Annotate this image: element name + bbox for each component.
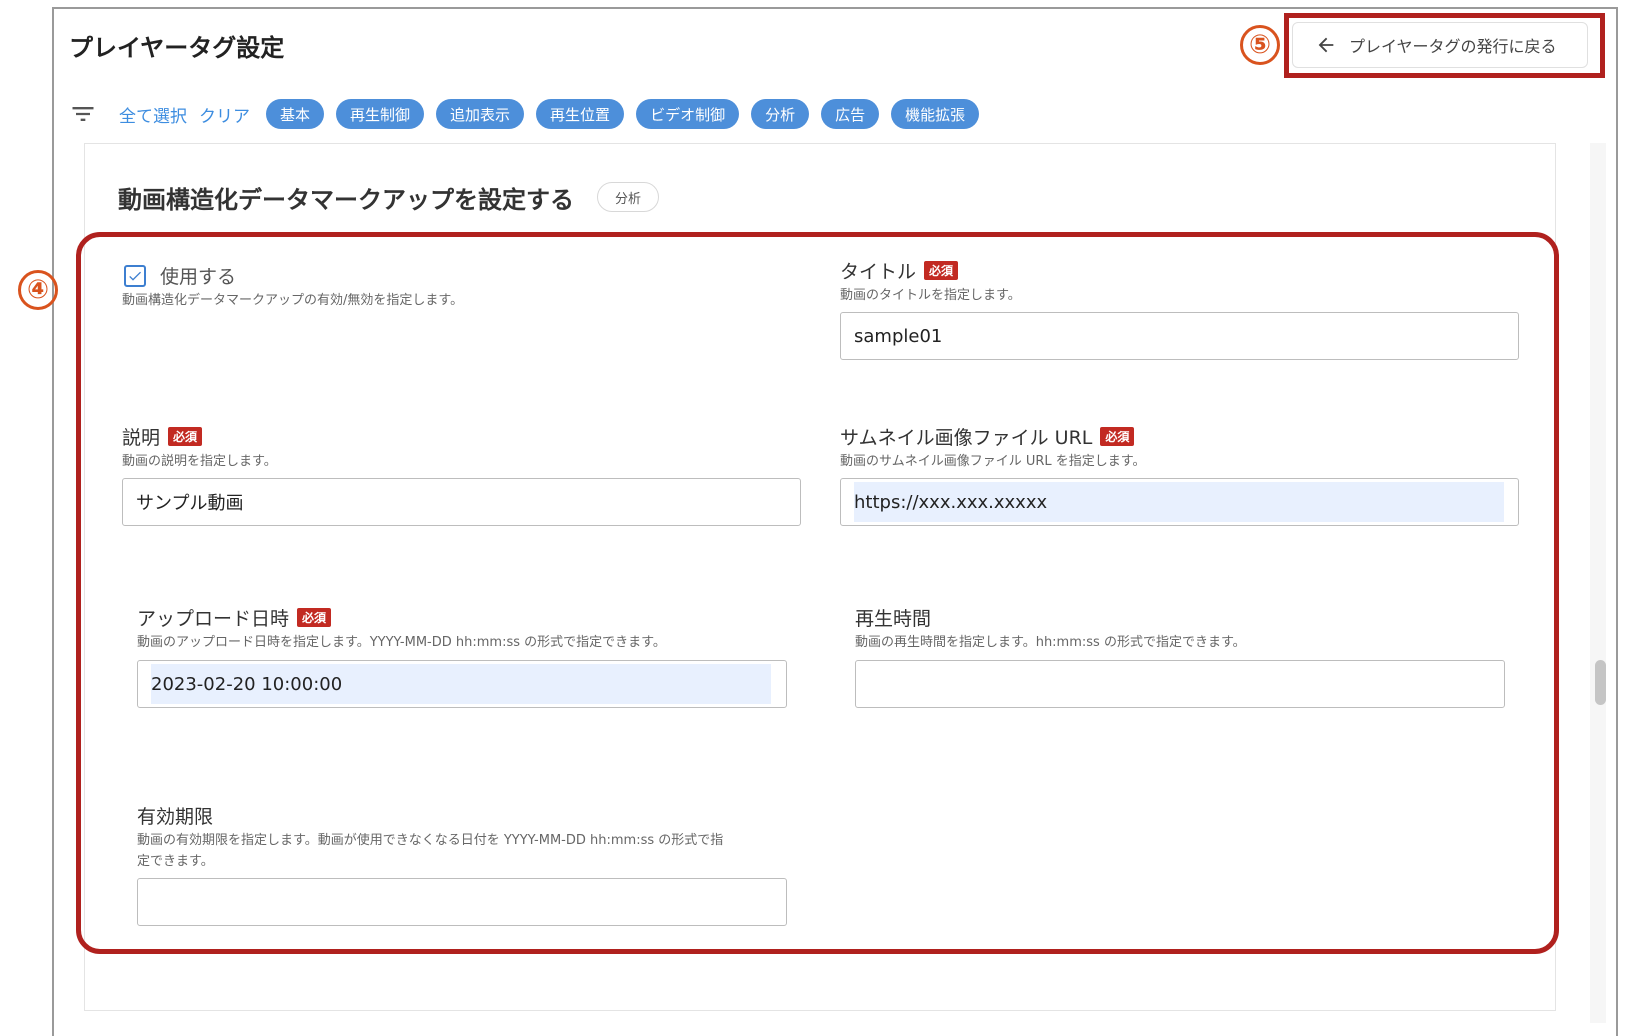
description-label-text: 説明 bbox=[122, 427, 161, 449]
enable-checkbox-label: 使用する bbox=[160, 266, 237, 288]
description-input[interactable]: サンプル動画 bbox=[122, 478, 801, 526]
annotation-marker-4: ④ bbox=[18, 270, 58, 310]
title-input[interactable]: sample01 bbox=[840, 312, 1519, 360]
filter-bar: 全て選択 クリア 基本 再生制御 追加表示 再生位置 ビデオ制御 分析 広告 機… bbox=[69, 98, 991, 130]
chip-extensions[interactable]: 機能拡張 bbox=[891, 99, 980, 129]
required-badge: 必須 bbox=[1100, 427, 1135, 446]
duration-label-text: 再生時間 bbox=[855, 608, 932, 630]
description-input-value: サンプル動画 bbox=[136, 493, 244, 514]
chip-additional-display[interactable]: 追加表示 bbox=[436, 99, 525, 129]
expiry-label: 有効期限 bbox=[137, 802, 213, 829]
select-all-link[interactable]: 全て選択 bbox=[119, 102, 187, 127]
duration-label: 再生時間 bbox=[855, 604, 931, 631]
expiry-input[interactable] bbox=[137, 878, 787, 926]
upload-date-input-value: 2023-02-20 10:00:00 bbox=[151, 664, 771, 704]
scrollbar-thumb[interactable] bbox=[1595, 660, 1606, 705]
filter-icon[interactable] bbox=[69, 100, 97, 128]
upload-date-input[interactable]: 2023-02-20 10:00:00 bbox=[137, 660, 787, 708]
description-label: 説明 必須 bbox=[122, 423, 203, 450]
title-label: タイトル 必須 bbox=[840, 257, 959, 284]
page-title: プレイヤータグ設定 bbox=[69, 34, 285, 62]
chip-analytics[interactable]: 分析 bbox=[751, 99, 810, 129]
description-help: 動画の説明を指定します。 bbox=[122, 454, 277, 469]
expiry-label-text: 有効期限 bbox=[137, 806, 214, 828]
chip-basic[interactable]: 基本 bbox=[266, 99, 325, 129]
thumbnail-url-help: 動画のサムネイル画像ファイル URL を指定します。 bbox=[840, 454, 1146, 469]
duration-help: 動画の再生時間を指定します。hh:mm:ss の形式で指定できます。 bbox=[855, 635, 1246, 650]
upload-date-label-text: アップロード日時 bbox=[137, 608, 290, 630]
chip-playback-control[interactable]: 再生制御 bbox=[336, 99, 425, 129]
expiry-help: 動画の有効期限を指定します。動画が使用できなくなる日付を YYYY-MM-DD … bbox=[137, 830, 797, 872]
title-input-value: sample01 bbox=[854, 325, 943, 347]
annotation-marker-5: ⑤ bbox=[1240, 25, 1280, 65]
thumbnail-url-input-value: https://xxx.xxx.xxxxx bbox=[854, 482, 1504, 522]
thumbnail-url-label: サムネイル画像ファイル URL 必須 bbox=[840, 423, 1135, 450]
title-help: 動画のタイトルを指定します。 bbox=[840, 288, 1021, 303]
required-badge: 必須 bbox=[924, 261, 959, 280]
required-badge: 必須 bbox=[297, 608, 332, 627]
upload-date-help: 動画のアップロード日時を指定します。YYYY-MM-DD hh:mm:ss の形… bbox=[137, 635, 666, 650]
expiry-help-line2: 定できます。 bbox=[137, 854, 214, 869]
section-category-badge: 分析 bbox=[597, 182, 659, 212]
thumbnail-url-input[interactable]: https://xxx.xxx.xxxxx bbox=[840, 478, 1519, 526]
required-badge: 必須 bbox=[168, 427, 203, 446]
check-icon bbox=[129, 271, 141, 281]
chip-playback-position[interactable]: 再生位置 bbox=[536, 99, 625, 129]
thumbnail-url-label-text: サムネイル画像ファイル URL bbox=[840, 427, 1093, 449]
back-to-player-tag-button[interactable]: プレイヤータグの発行に戻る bbox=[1292, 22, 1588, 68]
enable-checkbox[interactable] bbox=[124, 264, 146, 287]
scrollbar-track[interactable] bbox=[1590, 143, 1606, 1023]
upload-date-label: アップロード日時 必須 bbox=[137, 604, 332, 631]
section-title: 動画構造化データマークアップを設定する bbox=[118, 186, 574, 214]
expiry-help-line1: 動画の有効期限を指定します。動画が使用できなくなる日付を YYYY-MM-DD … bbox=[137, 833, 724, 848]
enable-help: 動画構造化データマークアップの有効/無効を指定します。 bbox=[122, 293, 464, 308]
chip-video-control[interactable]: ビデオ制御 bbox=[636, 99, 740, 129]
title-label-text: タイトル bbox=[840, 261, 917, 283]
chip-ads[interactable]: 広告 bbox=[821, 99, 880, 129]
enable-checkbox-row[interactable]: 使用する bbox=[124, 262, 236, 289]
duration-input[interactable] bbox=[855, 660, 1505, 708]
back-button-label: プレイヤータグの発行に戻る bbox=[1349, 37, 1557, 56]
arrow-left-icon bbox=[1318, 37, 1334, 53]
clear-link[interactable]: クリア bbox=[199, 102, 250, 127]
